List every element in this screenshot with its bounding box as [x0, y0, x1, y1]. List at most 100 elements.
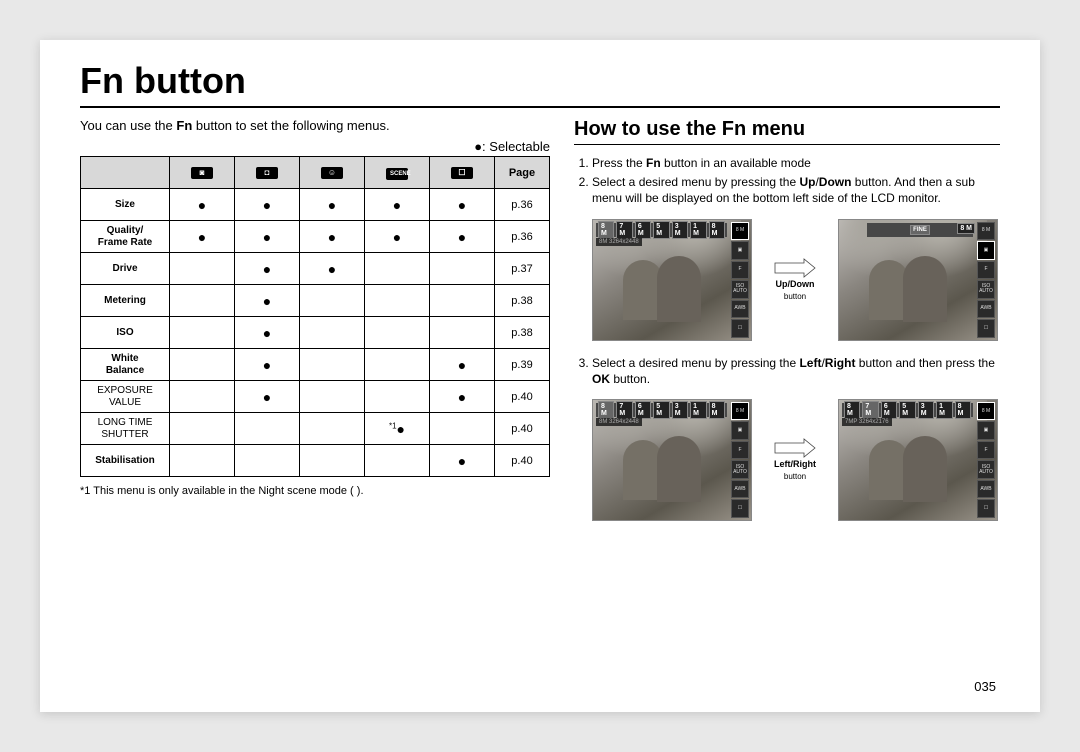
- size-chip: 5 M: [653, 401, 669, 419]
- lcd-side-item: F: [731, 441, 749, 460]
- lcd-side-item: F: [977, 441, 995, 460]
- cell: [300, 381, 365, 413]
- table-row: Quality/Frame Rate●●●●●p.36: [81, 221, 550, 253]
- cell: [430, 317, 495, 349]
- cell: ●: [235, 317, 300, 349]
- page-ref: p.38: [495, 285, 550, 317]
- cell: ●: [430, 189, 495, 221]
- cell: [300, 445, 365, 477]
- lcd-side-item: ☐: [731, 499, 749, 518]
- lcd-side-item: ▣: [731, 241, 749, 260]
- lcd-side-item: ☐: [977, 319, 995, 338]
- cell: [365, 317, 430, 349]
- cell: [365, 285, 430, 317]
- cell: ●: [430, 445, 495, 477]
- fn-menu-table: ◙ ◘ ☺ SCENE ☐ Page Size●●●●●p.36Quality/…: [80, 156, 550, 477]
- cell: [430, 253, 495, 285]
- cell: [235, 445, 300, 477]
- lcd-before-updown: 8 M7 M6 M5 M3 M1 M8 M 8M 3264x2448 8 M▣F…: [592, 219, 752, 341]
- mode-scene-icon: SCENE: [365, 157, 430, 189]
- cell: [300, 285, 365, 317]
- page-ref: p.39: [495, 349, 550, 381]
- cell: ●: [365, 221, 430, 253]
- steps-a: Press the Fn button in an available mode…: [574, 155, 1000, 207]
- cell: [365, 445, 430, 477]
- cell: ●: [235, 285, 300, 317]
- size-chip: 3 M: [918, 401, 934, 419]
- cell: [235, 413, 300, 445]
- size-chip: 1 M: [690, 221, 706, 239]
- size-chip: 1 M: [936, 401, 952, 419]
- footnote: *1 This menu is only available in the Ni…: [80, 485, 550, 497]
- cell: [170, 349, 235, 381]
- arrow-right-icon: [774, 438, 816, 458]
- cell: ●: [300, 189, 365, 221]
- cell: [300, 349, 365, 381]
- size-chip: 1 M: [690, 401, 706, 419]
- cell: ●: [430, 349, 495, 381]
- page-ref: p.37: [495, 253, 550, 285]
- row-label: Metering: [81, 285, 170, 317]
- lcd-row-1: 8 M7 M6 M5 M3 M1 M8 M 8M 3264x2448 8 M▣F…: [592, 219, 1000, 341]
- size-chip: 8 M: [598, 401, 614, 419]
- lcd-side-item: 8 M: [731, 402, 749, 421]
- lcd-readout: 8M 3264x2448: [596, 238, 642, 246]
- lcd-side-item: ▣: [731, 421, 749, 440]
- table-row: ISO●p.38: [81, 317, 550, 349]
- cell: [365, 253, 430, 285]
- cell: ●: [235, 221, 300, 253]
- mode-dual-icon: ☺: [300, 157, 365, 189]
- step-3: Select a desired menu by pressing the Le…: [592, 355, 1000, 387]
- page-ref: p.38: [495, 317, 550, 349]
- page-ref: p.40: [495, 381, 550, 413]
- step-2: Select a desired menu by pressing the Up…: [592, 174, 1000, 206]
- row-label: Drive: [81, 253, 170, 285]
- cell: [430, 285, 495, 317]
- arrow-label-2: Left/Right: [774, 460, 816, 470]
- size-chip: 3 M: [672, 221, 688, 239]
- cell: [365, 381, 430, 413]
- page-ref: p.36: [495, 221, 550, 253]
- step-1: Press the Fn button in an available mode: [592, 155, 1000, 171]
- arrow-sublabel-2: button: [784, 472, 806, 481]
- cell: ●: [235, 381, 300, 413]
- arrow-updown: Up/Down button: [758, 258, 832, 301]
- size-chip: 7 M: [616, 401, 632, 419]
- size-chip: 5 M: [899, 401, 915, 419]
- lcd-side-item: 8 M: [977, 222, 995, 241]
- page-title: Fn button: [80, 60, 1000, 108]
- size-chip-end: 8 M: [709, 221, 725, 239]
- lcd-side-item: AWB: [731, 300, 749, 319]
- cell: ●: [365, 189, 430, 221]
- lcd-side-item: ISOAUTO: [977, 280, 995, 299]
- arrow-label-1: Up/Down: [776, 280, 815, 290]
- cell: [170, 253, 235, 285]
- lcd-side-item: ☐: [731, 319, 749, 338]
- table-row: Drive●●p.37: [81, 253, 550, 285]
- lcd-side-item: ISOAUTO: [731, 460, 749, 479]
- steps-b: Select a desired menu by pressing the Le…: [574, 355, 1000, 387]
- arrow-right-icon: [774, 258, 816, 278]
- lcd-side-item: ☐: [977, 499, 995, 518]
- chip-fine: FINE: [910, 225, 930, 235]
- intro-text: You can use the Fn button to set the fol…: [80, 118, 550, 133]
- cell: ●: [430, 381, 495, 413]
- section-title: How to use the Fn menu: [574, 118, 1000, 145]
- lcd-side-item: F: [731, 261, 749, 280]
- cell: [365, 349, 430, 381]
- footnote-text: *1 This menu is only available in the Ni…: [80, 485, 364, 497]
- cell: ●: [170, 221, 235, 253]
- cell: ●: [300, 221, 365, 253]
- cell: ●: [170, 189, 235, 221]
- size-chip: 6 M: [881, 401, 897, 419]
- cell: ●: [235, 189, 300, 221]
- table-header-page: Page: [495, 157, 550, 189]
- lcd-side-item: F: [977, 261, 995, 280]
- row-label: Stabilisation: [81, 445, 170, 477]
- row-label: Size: [81, 189, 170, 221]
- size-chip: 6 M: [635, 221, 651, 239]
- size-chip: 3 M: [672, 401, 688, 419]
- table-header-row: ◙ ◘ ☺ SCENE ☐ Page: [81, 157, 550, 189]
- table-row: Stabilisation●p.40: [81, 445, 550, 477]
- lcd-side-item: ▣: [977, 241, 995, 260]
